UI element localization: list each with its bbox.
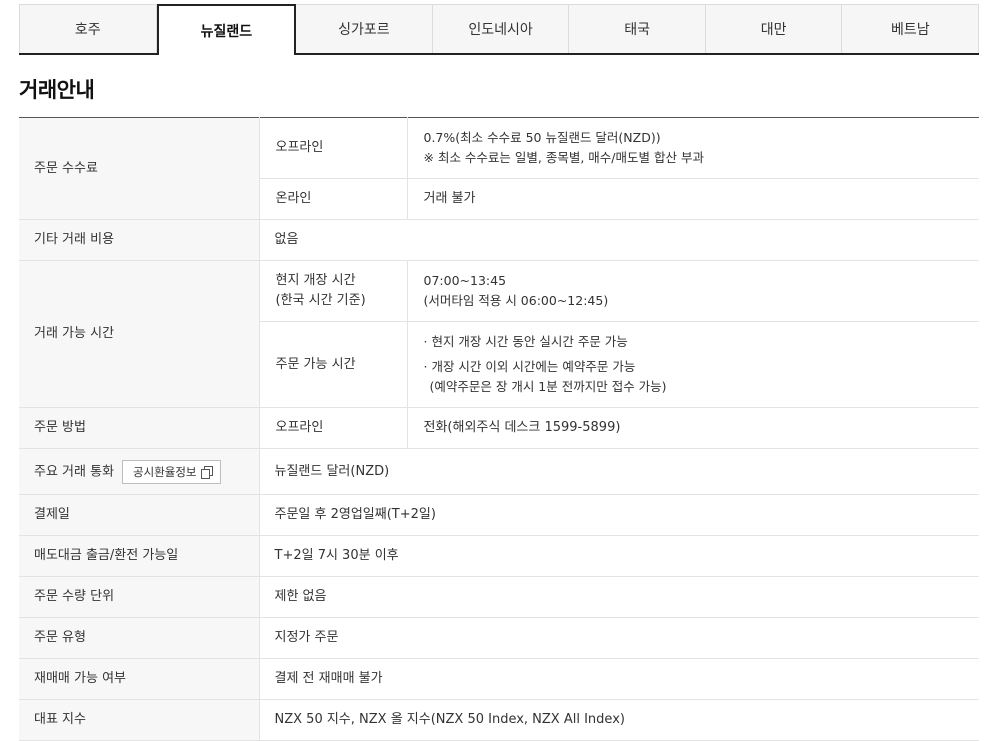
- fee-online-label: 온라인: [259, 178, 408, 220]
- currency-label: 주요 거래 통화: [34, 464, 115, 479]
- table-row: 대표 지수 NZX 50 지수, NZX 올 지수(NZX 50 Index, …: [19, 699, 979, 741]
- order-hours-line3: (예약주문은 장 개시 1분 전까지만 접수 가능): [429, 379, 667, 394]
- local-hours-label: 현지 개장 시간 (한국 시간 기준): [259, 260, 408, 322]
- currency-value: 뉴질랜드 달러(NZD): [259, 448, 979, 495]
- trading-hours-header: 거래 가능 시간: [19, 260, 260, 408]
- index-value: NZX 50 지수, NZX 올 지수(NZX 50 Index, NZX Al…: [259, 699, 979, 741]
- withdrawal-header: 매도대금 출금/환전 가능일: [19, 535, 260, 577]
- table-row: 주문 방법 오프라인 전화(해외주식 데스크 1599-5899): [19, 407, 979, 449]
- quantity-unit-value: 제한 없음: [259, 576, 979, 618]
- table-row: 매도대금 출금/환전 가능일 T+2일 7시 30분 이후: [19, 535, 979, 577]
- order-hours-value: · 현지 개장 시간 동안 실시간 주문 가능 · 개장 시간 이외 시간에는 …: [407, 321, 979, 408]
- local-hours-label-line1: 현지 개장 시간: [275, 273, 356, 288]
- tab-indonesia[interactable]: 인도네시아: [432, 4, 570, 53]
- exchange-rate-info-button[interactable]: 공시환율정보: [122, 459, 221, 484]
- table-row: 결제일 주문일 후 2영업일째(T+2일): [19, 494, 979, 536]
- fee-offline-value: 0.7%(최소 수수료 50 뉴질랜드 달러(NZD)) ※ 최소 수수료는 일…: [407, 117, 979, 179]
- tab-vietnam[interactable]: 베트남: [842, 4, 980, 53]
- other-cost-value: 없음: [259, 219, 979, 261]
- section-title: 거래안내: [19, 78, 95, 102]
- table-row: 재매매 가능 여부 결제 전 재매매 불가: [19, 658, 979, 700]
- table-row: 주요 거래 통화 공시환율정보 뉴질랜드 달러(NZD): [19, 448, 979, 495]
- order-type-header: 주문 유형: [19, 617, 260, 659]
- table-row: 주문 수수료 오프라인 0.7%(최소 수수료 50 뉴질랜드 달러(NZD))…: [19, 117, 979, 220]
- quantity-unit-header: 주문 수량 단위: [19, 576, 260, 618]
- order-method-value: 전화(해외주식 데스크 1599-5899): [407, 407, 979, 449]
- order-type-value: 지정가 주문: [259, 617, 979, 659]
- local-hours-value: 07:00~13:45 (서머타임 적용 시 06:00~12:45): [407, 260, 979, 322]
- exchange-rate-button-label: 공시환율정보: [133, 464, 197, 479]
- fee-offline-label: 오프라인: [259, 117, 408, 179]
- settlement-header: 결제일: [19, 494, 260, 536]
- fee-note: ※ 최소 수수료는 일별, 종목별, 매수/매도별 합산 부과: [423, 150, 704, 165]
- currency-header: 주요 거래 통화 공시환율정보: [19, 448, 260, 495]
- fee-header: 주문 수수료: [19, 117, 260, 220]
- popup-window-icon: [200, 466, 213, 479]
- resale-value: 결제 전 재매매 불가: [259, 658, 979, 700]
- table-row: 주문 수량 단위 제한 없음: [19, 576, 979, 618]
- order-method-header: 주문 방법: [19, 407, 260, 449]
- country-tabs: 호주 뉴질랜드 싱가포르 인도네시아 태국 대만 베트남: [19, 4, 980, 55]
- index-header: 대표 지수: [19, 699, 260, 741]
- order-hours-line1: · 현지 개장 시간 동안 실시간 주문 가능: [423, 334, 628, 349]
- trading-info-table: 주문 수수료 오프라인 0.7%(최소 수수료 50 뉴질랜드 달러(NZD))…: [19, 117, 979, 741]
- table-row: 거래 가능 시간 현지 개장 시간 (한국 시간 기준) 07:00~13:45…: [19, 260, 979, 408]
- resale-header: 재매매 가능 여부: [19, 658, 260, 700]
- tab-australia[interactable]: 호주: [19, 4, 157, 53]
- other-cost-header: 기타 거래 비용: [19, 219, 260, 261]
- fee-rate: 0.7%(최소 수수료 50 뉴질랜드 달러(NZD)): [423, 130, 661, 145]
- local-hours-label-line2: (한국 시간 기준): [275, 293, 366, 308]
- tab-new-zealand[interactable]: 뉴질랜드: [156, 4, 297, 55]
- table-row: 주문 유형 지정가 주문: [19, 617, 979, 659]
- fee-online-value: 거래 불가: [407, 178, 979, 220]
- order-method-sub: 오프라인: [259, 407, 408, 449]
- withdrawal-value: T+2일 7시 30분 이후: [259, 535, 979, 577]
- tab-taiwan[interactable]: 대만: [705, 4, 843, 53]
- local-hours-time: 07:00~13:45: [423, 273, 507, 288]
- table-row: 기타 거래 비용 없음: [19, 219, 979, 261]
- local-hours-summer: (서머타임 적용 시 06:00~12:45): [423, 293, 609, 308]
- tab-singapore[interactable]: 싱가포르: [296, 4, 433, 53]
- settlement-value: 주문일 후 2영업일째(T+2일): [259, 494, 979, 536]
- tab-thailand[interactable]: 태국: [569, 4, 706, 53]
- order-hours-line2: · 개장 시간 이외 시간에는 예약주문 가능: [423, 359, 636, 374]
- order-hours-label: 주문 가능 시간: [259, 321, 408, 408]
